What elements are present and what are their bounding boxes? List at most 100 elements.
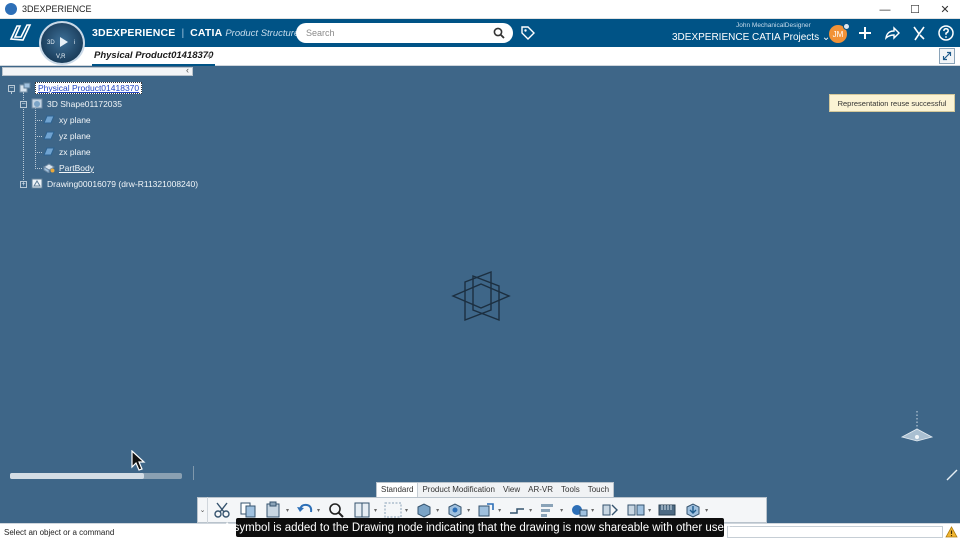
plane-icon bbox=[43, 115, 55, 124]
tab-touch[interactable]: Touch bbox=[584, 483, 613, 498]
action-bar-collapse-button[interactable]: ⌄ bbox=[198, 497, 208, 523]
tree-connector bbox=[35, 120, 42, 121]
ds-logo-icon[interactable] bbox=[8, 22, 32, 44]
tree-node-yz-plane[interactable]: yz plane bbox=[43, 129, 91, 142]
tree-node-label[interactable]: yz plane bbox=[59, 131, 91, 141]
axis-system-icon[interactable] bbox=[451, 266, 511, 326]
part-icon[interactable] bbox=[414, 501, 434, 519]
paste-icon[interactable] bbox=[264, 501, 284, 519]
user-name: John MechanicalDesigner bbox=[736, 22, 811, 29]
select-icon[interactable] bbox=[383, 501, 403, 519]
book-icon[interactable] bbox=[352, 501, 372, 519]
replace-icon[interactable] bbox=[507, 501, 527, 519]
command-input[interactable] bbox=[727, 526, 943, 538]
play-icon[interactable] bbox=[60, 37, 68, 47]
search-box[interactable] bbox=[296, 23, 513, 43]
tree-node-root[interactable]: Physical Product01418370 bbox=[19, 81, 143, 94]
tree-header: ‹ bbox=[2, 65, 193, 76]
expand-icon[interactable] bbox=[939, 48, 955, 64]
close-button[interactable]: ✕ bbox=[930, 0, 960, 19]
os-titlebar: 3DEXPERIENCE — ☐ ✕ bbox=[0, 0, 960, 19]
insert-icon[interactable] bbox=[476, 501, 496, 519]
tab-view[interactable]: View bbox=[499, 483, 524, 498]
tree-horizontal-scrollbar[interactable] bbox=[10, 473, 182, 479]
tab-physical-product[interactable]: Physical Product01418370 bbox=[92, 47, 216, 66]
chevron-down-icon[interactable]: ▾ bbox=[498, 507, 501, 514]
copy-icon[interactable] bbox=[238, 501, 258, 519]
cut-icon[interactable] bbox=[212, 501, 232, 519]
compass-vr-label[interactable]: V,R bbox=[56, 54, 65, 60]
collapse-toggle[interactable]: − bbox=[8, 85, 15, 92]
share-icon[interactable] bbox=[883, 24, 901, 42]
chevron-down-icon[interactable]: ▾ bbox=[467, 507, 470, 514]
publish-icon[interactable] bbox=[683, 501, 703, 519]
product-icon bbox=[19, 82, 31, 93]
chevron-down-icon[interactable]: ▾ bbox=[286, 507, 289, 514]
chevron-down-icon[interactable]: ▾ bbox=[405, 507, 408, 514]
snap-icon[interactable] bbox=[600, 501, 620, 519]
panel-divider[interactable] bbox=[193, 466, 194, 480]
search-input[interactable] bbox=[306, 28, 486, 38]
resize-grip-icon[interactable] bbox=[945, 468, 959, 482]
tab-ar-vr[interactable]: AR-VR bbox=[524, 483, 557, 498]
scrollbar-thumb[interactable] bbox=[10, 473, 144, 479]
collab-space-label: 3DEXPERIENCE CATIA Projects bbox=[672, 32, 820, 43]
reorder-icon[interactable] bbox=[569, 501, 589, 519]
scene-icon[interactable] bbox=[626, 501, 646, 519]
chevron-down-icon[interactable]: ▾ bbox=[529, 507, 532, 514]
collab-space-selector[interactable]: 3DEXPERIENCE CATIA Projects ⌄ bbox=[672, 32, 830, 43]
tree-node-partbody[interactable]: PartBody bbox=[43, 161, 94, 174]
tree-node-label[interactable]: Drawing00016079 (drw-R1132100824​0) bbox=[47, 179, 198, 189]
tree-node-zx-plane[interactable]: zx plane bbox=[43, 145, 91, 158]
tree-node-label[interactable]: Physical Product01418370 bbox=[35, 81, 143, 94]
tree-node-label[interactable]: zx plane bbox=[59, 147, 91, 157]
tab-bar: Physical Product01418370 + bbox=[0, 47, 960, 66]
chevron-down-icon[interactable]: ▾ bbox=[648, 507, 651, 514]
drawing-icon bbox=[31, 178, 43, 189]
tag-icon[interactable] bbox=[520, 25, 536, 41]
collapse-tree-button[interactable]: ‹ bbox=[186, 65, 189, 75]
expand-toggle[interactable]: + bbox=[20, 181, 27, 188]
minimize-button[interactable]: — bbox=[870, 0, 900, 19]
chevron-down-icon[interactable]: ▾ bbox=[436, 507, 439, 514]
chevron-down-icon[interactable]: ▾ bbox=[374, 507, 377, 514]
tree-node-3d-shape[interactable]: 3D Shape01172035 bbox=[31, 97, 122, 110]
tree-node-label[interactable]: 3D Shape01172035 bbox=[47, 99, 122, 109]
compass-tools-icon[interactable] bbox=[910, 24, 928, 42]
compass-widget[interactable]: 3D V,R i bbox=[39, 21, 85, 65]
chevron-down-icon[interactable]: ▾ bbox=[591, 507, 594, 514]
zoom-icon[interactable] bbox=[326, 501, 346, 519]
ruler-icon[interactable] bbox=[657, 501, 677, 519]
tree-node-label[interactable]: PartBody bbox=[59, 163, 94, 173]
brand-prefix: 3DEXPERIENCE bbox=[92, 27, 176, 39]
search-icon[interactable] bbox=[493, 27, 505, 39]
add-tab-button[interactable]: + bbox=[206, 49, 213, 63]
tab-tools[interactable]: Tools bbox=[557, 483, 584, 498]
compass-3d-label[interactable]: 3D bbox=[47, 40, 55, 46]
notification-toast: Representation reuse successful bbox=[829, 94, 955, 112]
app-root: 3DEXPERIENCE — ☐ ✕ 3DEXPERIENCE | CATIA … bbox=[0, 0, 960, 540]
tree-connector bbox=[35, 152, 42, 153]
help-icon[interactable] bbox=[937, 24, 955, 42]
tree-connector bbox=[35, 168, 42, 169]
chevron-down-icon[interactable]: ▾ bbox=[705, 507, 708, 514]
video-caption: A symbol is added to the Drawing node in… bbox=[223, 518, 737, 537]
robot-compass-icon[interactable] bbox=[897, 407, 937, 447]
plane-icon bbox=[43, 131, 55, 140]
assembly-icon[interactable] bbox=[445, 501, 465, 519]
undo-icon[interactable] bbox=[295, 501, 315, 519]
brand-product: CATIA bbox=[190, 27, 223, 39]
add-icon[interactable] bbox=[856, 24, 874, 42]
chevron-down-icon[interactable]: ▾ bbox=[560, 507, 563, 514]
tab-product-modification[interactable]: Product Modification bbox=[418, 483, 498, 498]
tab-standard[interactable]: Standard bbox=[377, 483, 419, 498]
tree-node-label[interactable]: xy plane bbox=[59, 115, 91, 125]
collapse-toggle[interactable]: − bbox=[20, 101, 27, 108]
tree-node-xy-plane[interactable]: xy plane bbox=[43, 113, 91, 126]
warning-icon[interactable] bbox=[945, 526, 958, 538]
compass-info-label[interactable]: i bbox=[74, 40, 75, 46]
chevron-down-icon[interactable]: ▾ bbox=[317, 507, 320, 514]
tree-node-drawing[interactable]: Drawing00016079 (drw-R1132100824​0) bbox=[31, 177, 198, 190]
sort-icon[interactable] bbox=[538, 501, 558, 519]
maximize-button[interactable]: ☐ bbox=[900, 0, 930, 19]
